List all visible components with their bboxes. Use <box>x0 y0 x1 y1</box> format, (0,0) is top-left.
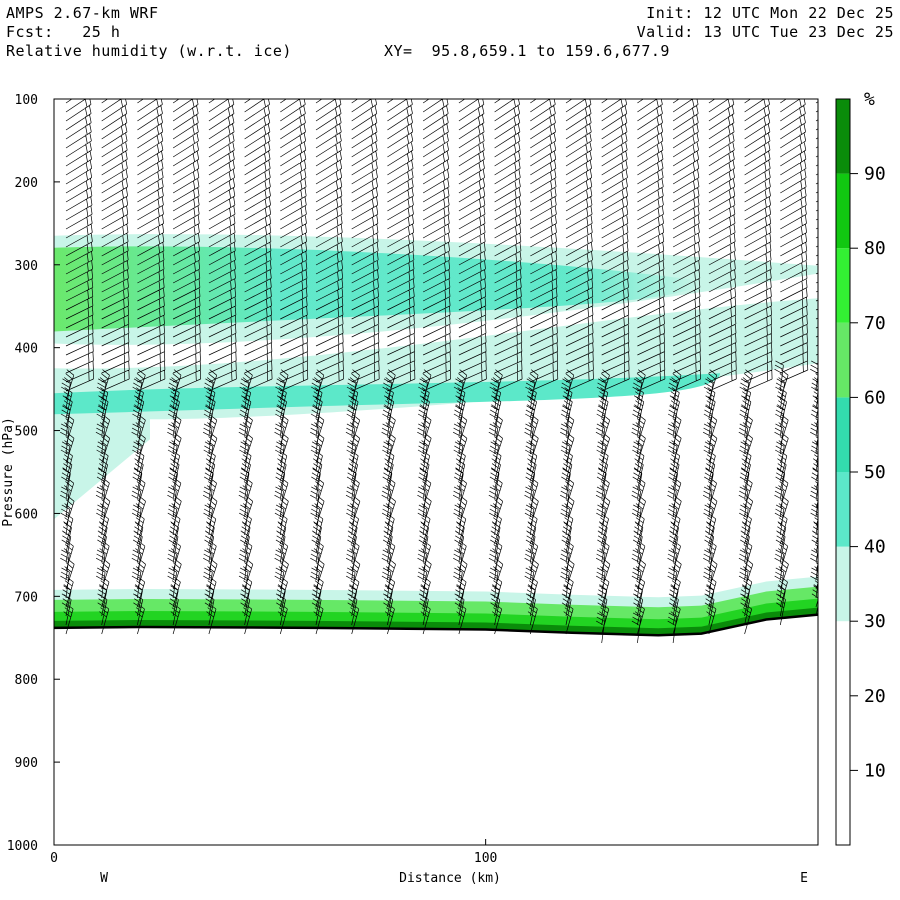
west-end-label: W <box>100 871 108 886</box>
plot-frame <box>53 98 819 846</box>
y-tick-label: 500 <box>15 425 38 440</box>
colorbar-segment <box>836 546 850 622</box>
colorbar-tick-label: 20 <box>864 686 886 707</box>
y-tick-label: 700 <box>15 590 38 605</box>
colorbar-tick-label: 70 <box>864 313 886 334</box>
y-tick-label: 400 <box>15 342 38 357</box>
y-tick-label: 800 <box>15 673 38 688</box>
colorbar-segment <box>836 173 850 249</box>
y-tick-label: 300 <box>15 259 38 274</box>
colorbar-segment <box>836 248 850 323</box>
colorbar-segment <box>836 322 850 398</box>
colorbar-segment <box>836 397 850 472</box>
colorbar-segment <box>836 770 850 845</box>
y-axis-title: Pressure (hPa) <box>1 417 16 527</box>
colorbar-tick-label: 90 <box>864 164 886 185</box>
y-tick-label: 900 <box>15 756 38 771</box>
colorbar-unit: % <box>864 89 875 110</box>
x-axis-title: Distance (km) <box>399 871 501 886</box>
x-axis: 0 100 <box>50 839 497 866</box>
colorbar-tick-label: 80 <box>864 238 886 259</box>
colorbar-tick-label: 60 <box>864 387 886 408</box>
colorbar-tick-label: 50 <box>864 462 886 483</box>
east-end-label: E <box>800 871 808 886</box>
colorbar-tick-label: 40 <box>864 537 886 558</box>
colorbar-tick-label: 30 <box>864 611 886 632</box>
colorbar: 10 20 30 40 50 60 70 80 90 <box>835 98 886 846</box>
colorbar-tick-label: 10 <box>864 760 886 781</box>
x-tick-label: 100 <box>474 851 497 866</box>
colorbar-segment <box>836 621 850 696</box>
y-tick-label: 600 <box>15 507 38 522</box>
y-tick-label: 1000 <box>7 839 38 854</box>
cross-section-chart: 100 200 300 400 500 600 700 800 900 1000 0 100 Pre… <box>1 89 886 886</box>
colorbar-segment <box>836 695 850 771</box>
colorbar-segment <box>836 99 850 174</box>
y-tick-label: 100 <box>15 93 38 108</box>
colorbar-segment <box>836 472 850 547</box>
x-tick-label: 0 <box>50 851 58 866</box>
y-tick-label: 200 <box>15 176 38 191</box>
